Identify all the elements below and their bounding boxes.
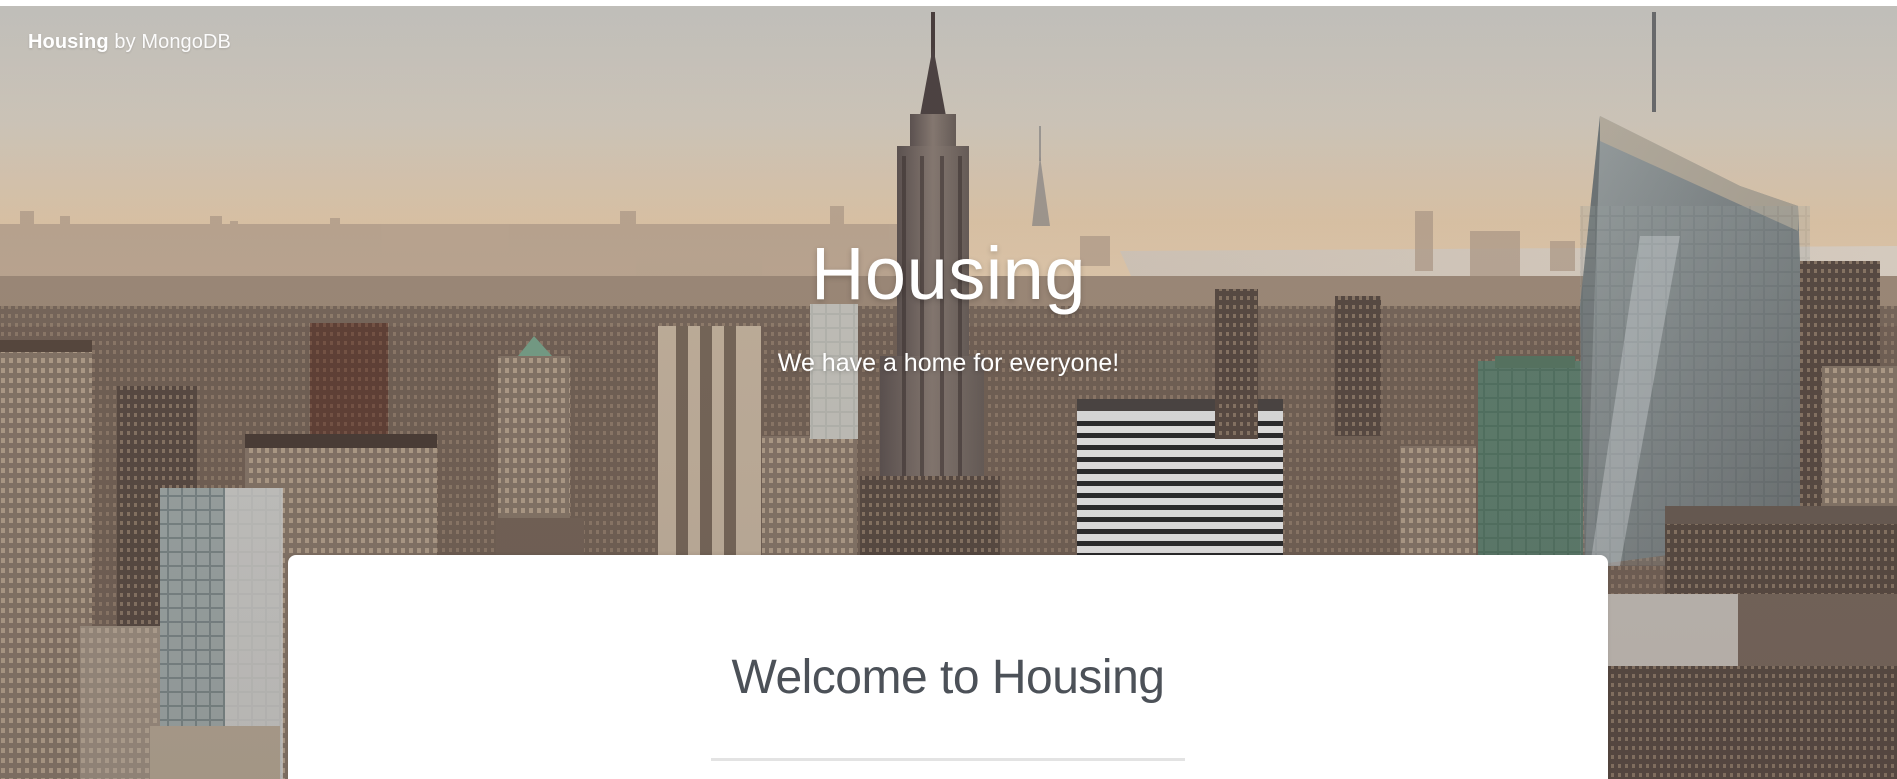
brand-logo[interactable]: Housing by MongoDB xyxy=(28,31,231,54)
hero-title: Housing xyxy=(810,232,1086,315)
hero-subtitle: We have a home for everyone! xyxy=(777,349,1120,377)
brand-suffix: by MongoDB xyxy=(114,31,231,53)
welcome-title: Welcome to Housing xyxy=(731,651,1165,704)
page: Housing by MongoDB Housing We have a hom… xyxy=(0,0,1897,779)
welcome-card: Welcome to Housing xyxy=(288,555,1608,779)
section-divider xyxy=(711,758,1185,761)
brand-name: Housing xyxy=(28,31,109,53)
